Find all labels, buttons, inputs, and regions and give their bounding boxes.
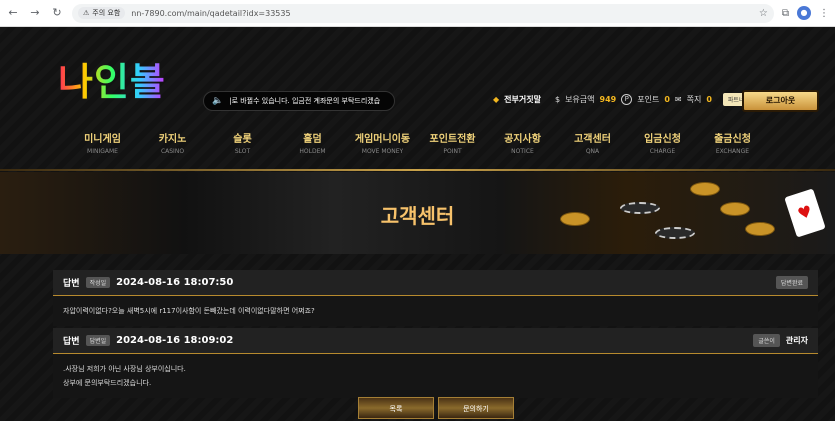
nav-sublabel: SLOT: [234, 148, 251, 155]
url-text[interactable]: nn-7890.com/main/qadetail?idx=33535: [131, 9, 290, 18]
nav-label: 홀덤: [303, 134, 322, 145]
point-icon: P: [621, 94, 633, 105]
message-label[interactable]: 쪽지: [687, 94, 702, 105]
answer-label: 답변: [63, 337, 80, 347]
nav-item-point[interactable]: 포인트전환 POINT: [418, 130, 488, 170]
notice-ticker: 🔈 |로 바뀔수 있습니다. 입금전 계좌문의 부탁드리겠습: [203, 91, 395, 111]
question-header: 답변 작성일 2024-08-16 18:07:50 답변완료: [53, 270, 818, 296]
browser-toolbar: ← → ↻ ⚠ 주의 요함 nn-7890.com/main/qadetail?…: [0, 0, 835, 27]
qa-detail: 답변 작성일 2024-08-16 18:07:50 답변완료 자압이력이없다?…: [53, 270, 818, 398]
site-header: 나인볼 🔈 |로 바뀔수 있습니다. 입금전 계좌문의 부탁드리겠습 ◆ 전부거…: [0, 27, 835, 122]
nav-divider: [0, 169, 835, 171]
status-badge: 답변완료: [775, 276, 808, 289]
profile-avatar-icon[interactable]: ●: [797, 6, 811, 20]
user-level-icon: ◆: [493, 95, 500, 104]
site-logo[interactable]: 나인볼: [58, 51, 166, 106]
site-page: 나인볼 🔈 |로 바뀔수 있습니다. 입금전 계좌문의 부탁드리겠습 ◆ 전부거…: [0, 27, 835, 421]
nav-sublabel: POINT: [443, 148, 462, 155]
balance-value: 949: [599, 95, 617, 104]
nav-item-slot[interactable]: 슬롯 SLOT: [208, 130, 278, 170]
nav-item-casino[interactable]: 카지노 CASINO: [138, 130, 208, 170]
answer-body: .사장님 저희가 아닌 사장님 상부이십니다. 상부에 문의부탁드리겠습니다.: [53, 354, 818, 398]
date-tag: 답변일: [85, 335, 111, 346]
nav-label: 카지노: [158, 134, 187, 145]
security-warning-chip[interactable]: ⚠ 주의 요함: [78, 7, 126, 19]
coin-stack-image: [745, 222, 775, 236]
nav-sublabel: MOVE MONEY: [361, 148, 404, 155]
bookmark-star-icon[interactable]: ☆: [759, 8, 768, 19]
nav-sublabel: QNA: [585, 148, 600, 155]
nav-label: 공지사항: [504, 134, 541, 145]
security-warning-label: 주의 요함: [92, 9, 121, 17]
question-body: 자압이력이없다?오늘 새벽5시에 r117이사함이 돈빼갔는데 이력이없다말하면…: [53, 296, 818, 326]
nav-sublabel: NOTICE: [511, 148, 534, 155]
nav-label: 고객센터: [574, 134, 611, 145]
notice-text: |로 바뀔수 있습니다. 입금전 계좌문의 부탁드리겠습: [229, 97, 381, 105]
answer-header: 답변 답변일 2024-08-16 18:09:02 글쓴이 관리자: [53, 328, 818, 354]
mail-icon[interactable]: ✉: [675, 95, 682, 104]
nav-label: 출금신청: [714, 134, 751, 145]
action-buttons: 목록 문의하기: [358, 397, 514, 419]
casino-chip-image: [655, 227, 695, 239]
user-info-bar: ◆ 전부거짓말 $ 보유금액 949 P 포인트 0 ✉ 쪽지 0 파트너: [493, 93, 750, 106]
page-title: 고객센터: [380, 204, 455, 228]
page-banner: 고객센터 ♥: [0, 172, 835, 254]
nav-sublabel: HOLDEM: [299, 148, 326, 155]
answer-text-line: 상부에 문의부탁드리겠습니다.: [63, 379, 152, 387]
balance-label: 보유금액: [565, 95, 595, 104]
nav-item-notice[interactable]: 공지사항 NOTICE: [488, 130, 558, 170]
extensions-icon[interactable]: ⧉: [782, 8, 789, 19]
nav-item-charge[interactable]: 입금신청 CHARGE: [628, 130, 698, 170]
coin-stack-image: [690, 182, 720, 196]
answer-writer: 관리자: [785, 336, 808, 345]
nav-sublabel: CHARGE: [649, 148, 676, 155]
playing-card-image: ♥: [784, 188, 826, 238]
answer-text-line: .사장님 저희가 아닌 사장님 상부이십니다.: [63, 365, 186, 373]
nav-label: 게임머니이동: [354, 134, 411, 145]
balance-icon: $: [554, 95, 561, 104]
nav-item-holdem[interactable]: 홀덤 HOLDEM: [278, 130, 348, 170]
reload-icon[interactable]: ↻: [50, 6, 64, 20]
forward-icon[interactable]: →: [28, 6, 42, 20]
casino-chip-image: [620, 202, 660, 214]
message-count[interactable]: 0: [706, 95, 712, 104]
nav-label: 입금신청: [644, 134, 681, 145]
warning-icon: ⚠: [83, 9, 90, 17]
nav-label: 슬롯: [233, 134, 252, 145]
logout-button[interactable]: 로그아웃: [742, 90, 819, 112]
writer-badge: 글쓴이: [753, 334, 780, 347]
address-bar[interactable]: ⚠ 주의 요함 nn-7890.com/main/qadetail?idx=33…: [72, 3, 774, 23]
nav-sublabel: CASINO: [160, 148, 185, 155]
nav-item-minigame[interactable]: 미니게임 MINIGAME: [68, 130, 138, 170]
nav-item-qna[interactable]: 고객센터 QNA: [558, 130, 628, 170]
nav-sublabel: MINIGAME: [87, 148, 118, 155]
nav-label: 미니게임: [84, 134, 121, 145]
point-label: 포인트: [637, 95, 660, 104]
nav-label: 포인트전환: [429, 134, 476, 145]
browser-menu-icon[interactable]: ⋮: [819, 8, 829, 19]
answer-date: 2024-08-16 18:09:02: [116, 335, 234, 346]
point-value: 0: [664, 95, 670, 104]
nav-item-exchange[interactable]: 출금신청 EXCHANGE: [698, 130, 768, 170]
question-date: 2024-08-16 18:07:50: [116, 277, 234, 288]
question-text: 자압이력이없다?오늘 새벽5시에 r117이사함이 돈빼갔는데 이력이없다말하면…: [63, 307, 315, 315]
user-name: 전부거짓말: [504, 95, 541, 104]
main-nav: 미니게임 MINIGAME 카지노 CASINO 슬롯 SLOT 홀덤 HOLDEM 게…: [0, 130, 835, 170]
back-icon[interactable]: ←: [6, 6, 20, 20]
coin-stack-image: [720, 202, 750, 216]
speaker-icon: 🔈: [212, 96, 224, 106]
date-tag: 작성일: [85, 277, 111, 288]
inquire-button[interactable]: 문의하기: [438, 397, 514, 419]
nav-sublabel: EXCHANGE: [715, 148, 750, 155]
list-button[interactable]: 목록: [358, 397, 434, 419]
coin-stack-image: [560, 212, 590, 226]
nav-item-move-money[interactable]: 게임머니이동 MOVE MONEY: [348, 130, 418, 170]
question-label: 답변: [63, 279, 80, 289]
